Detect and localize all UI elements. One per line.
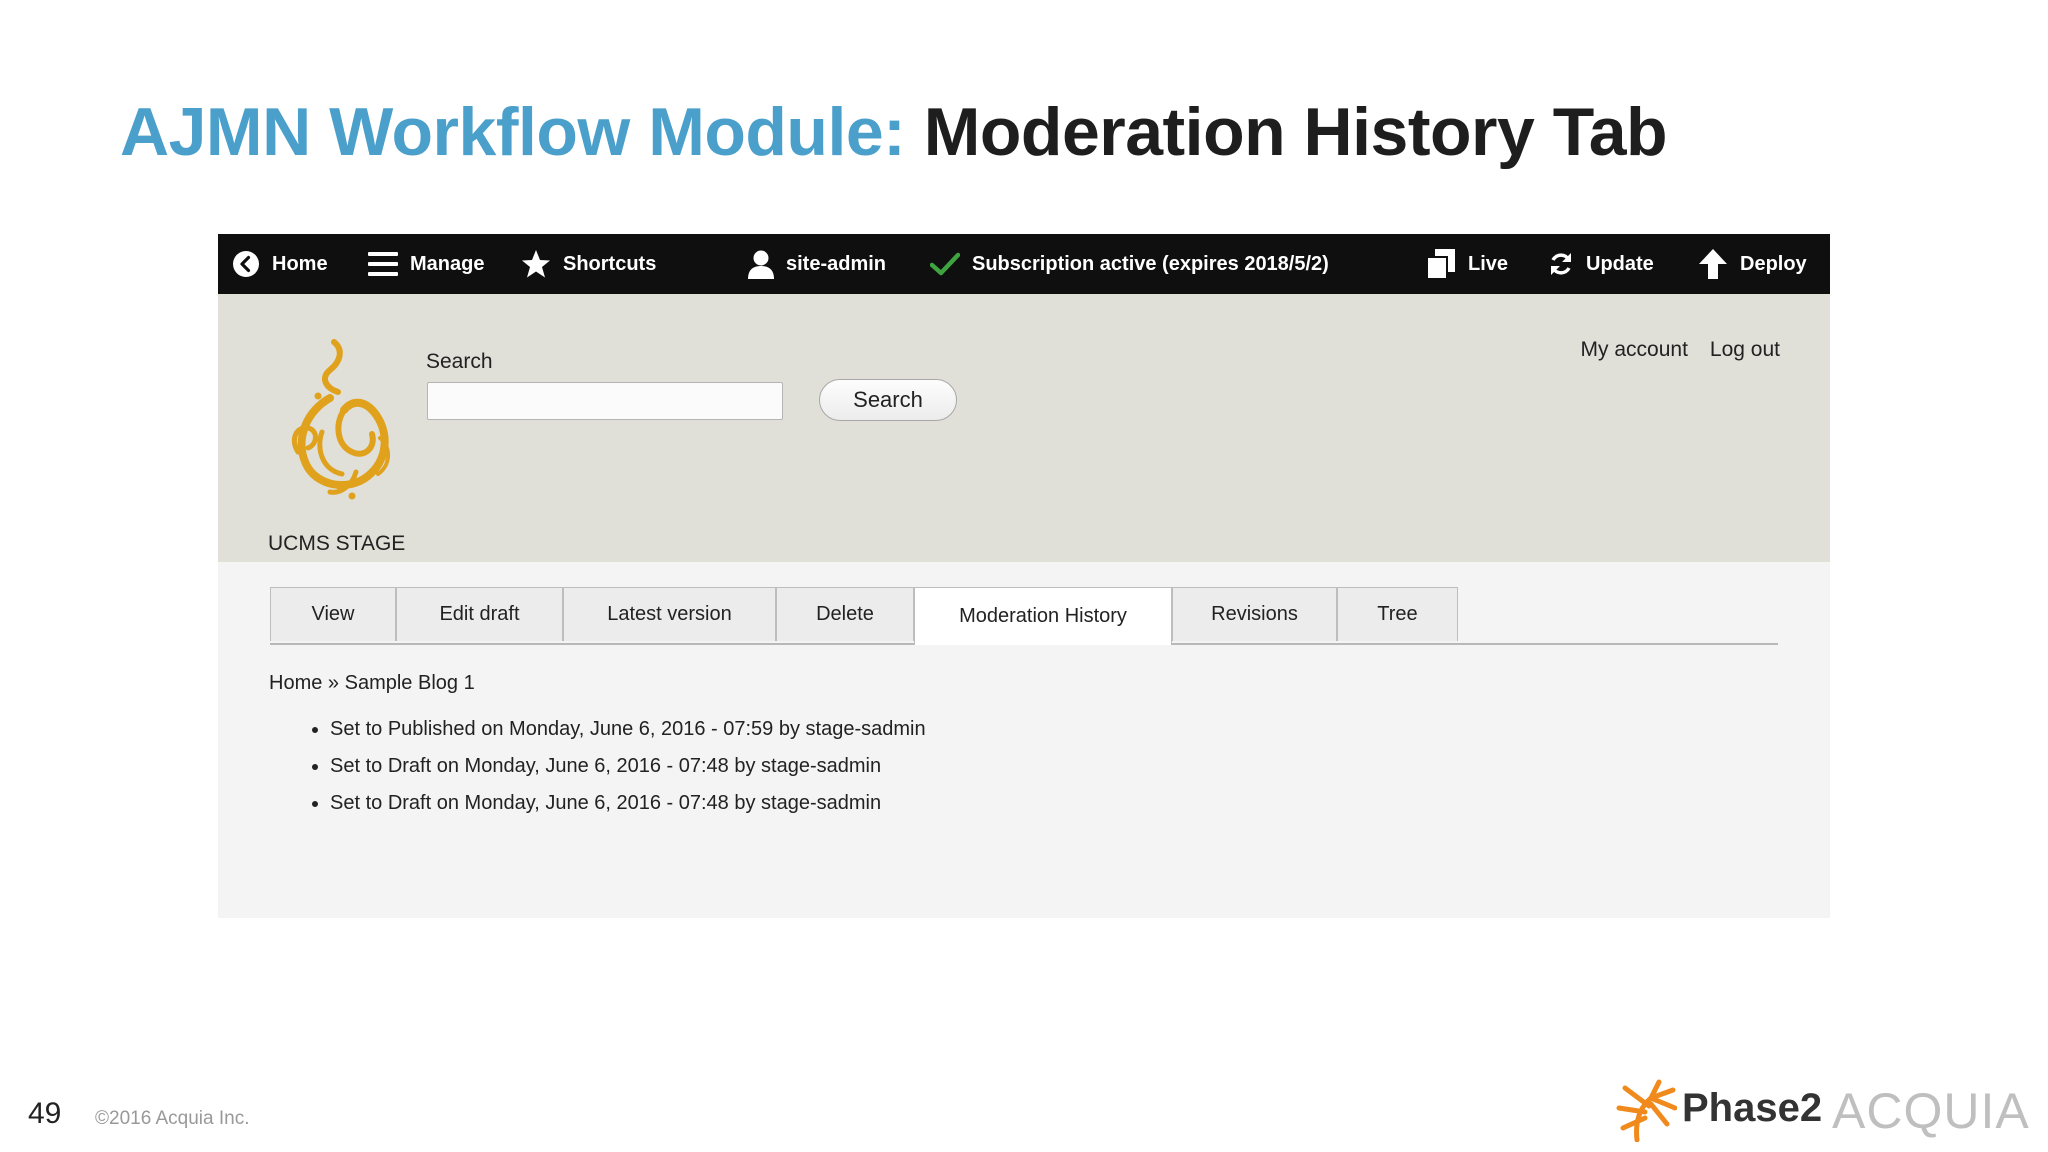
toolbar-shortcuts-label: Shortcuts: [563, 252, 657, 275]
history-entry-state: Draft: [387, 792, 432, 814]
history-entry-prefix: Set to: [330, 792, 383, 814]
log-out-link[interactable]: Log out: [1710, 338, 1780, 362]
search-label: Search: [426, 350, 493, 373]
phase2-logo: Phase2: [1682, 1086, 1823, 1130]
breadcrumb-home-link[interactable]: Home: [269, 672, 322, 694]
cms-screenshot: Home Manage Shortcuts site-admin Subscri…: [218, 234, 1830, 918]
my-account-link[interactable]: My account: [1581, 338, 1688, 362]
breadcrumb-current: Sample Blog 1: [344, 672, 475, 694]
toolbar-user[interactable]: site-admin: [748, 234, 886, 294]
history-entry-state: Published: [387, 718, 476, 740]
toolbar-subscription-label: Subscription active (expires 2018/5/2): [972, 252, 1329, 275]
toolbar-home-label: Home: [272, 252, 328, 275]
history-entry: Set to Published on Monday, June 6, 2016…: [330, 714, 926, 751]
tab-revisions[interactable]: Revisions: [1172, 587, 1337, 641]
history-entry-details: on Monday, June 6, 2016 - 07:59 by stage…: [481, 718, 926, 740]
copy-pages-icon: [1426, 248, 1456, 280]
toolbar-deploy-label: Deploy: [1740, 252, 1807, 275]
search-button[interactable]: Search: [819, 379, 957, 421]
al-jazeera-logo[interactable]: [282, 336, 402, 512]
toolbar-deploy[interactable]: Deploy: [1698, 234, 1807, 294]
tab-view[interactable]: View: [270, 587, 396, 641]
toolbar-subscription[interactable]: Subscription active (expires 2018/5/2): [930, 234, 1329, 294]
toolbar-user-label: site-admin: [786, 252, 887, 275]
tab-latest-version[interactable]: Latest version: [563, 587, 776, 641]
toolbar-manage[interactable]: Manage: [368, 234, 484, 294]
toolbar-home[interactable]: Home: [232, 234, 328, 294]
history-entry-prefix: Set to: [330, 755, 383, 777]
al-jazeera-calligraphy-logo-icon: [291, 339, 390, 500]
history-entry: Set to Draft on Monday, June 6, 2016 - 0…: [330, 751, 926, 788]
content-tabs: View Edit draft Latest version Delete Mo…: [270, 587, 1778, 645]
history-entry-prefix: Set to: [330, 718, 383, 740]
arrow-up-icon: [1698, 248, 1728, 280]
tab-edit-draft[interactable]: Edit draft: [396, 587, 563, 641]
copyright-text: ©2016 Acquia Inc.: [95, 1108, 250, 1129]
toolbar-manage-label: Manage: [410, 252, 485, 275]
refresh-icon: [1548, 251, 1574, 277]
breadcrumb: Home » Sample Blog 1: [269, 672, 475, 695]
tab-tree[interactable]: Tree: [1337, 587, 1458, 641]
user-icon: [748, 249, 774, 279]
phase2-burst-icon: [1615, 1078, 1678, 1143]
star-icon: [521, 249, 551, 279]
history-entry: Set to Draft on Monday, June 6, 2016 - 0…: [330, 788, 926, 825]
slide-page-number: 49: [28, 1097, 62, 1130]
site-header: UCMS STAGE Search Search My account Log …: [218, 294, 1830, 562]
toolbar-live-label: Live: [1468, 252, 1509, 275]
search-input[interactable]: [427, 382, 783, 420]
history-entry-details: on Monday, June 6, 2016 - 07:48 by stage…: [436, 755, 882, 777]
moderation-history-list: Set to Published on Monday, June 6, 2016…: [268, 714, 926, 825]
history-entry-state: Draft: [387, 755, 432, 777]
tab-moderation-history[interactable]: Moderation History: [914, 587, 1172, 645]
history-entry-details: on Monday, June 6, 2016 - 07:48 by stage…: [436, 792, 882, 814]
admin-toolbar: Home Manage Shortcuts site-admin Subscri…: [218, 234, 1830, 294]
back-circle-icon: [232, 250, 260, 278]
slide-title-prefix: AJMN Workflow Module:: [120, 94, 906, 170]
acquia-logo: ACQUIA: [1832, 1083, 2030, 1139]
toolbar-update[interactable]: Update: [1548, 234, 1654, 294]
breadcrumb-separator: »: [327, 672, 340, 694]
toolbar-shortcuts[interactable]: Shortcuts: [521, 234, 656, 294]
user-links: My account Log out: [1581, 338, 1780, 362]
toolbar-live[interactable]: Live: [1426, 234, 1508, 294]
site-name[interactable]: UCMS STAGE: [268, 532, 405, 556]
slide-title: AJMN Workflow Module: Moderation History…: [120, 92, 1668, 172]
checkmark-icon: [930, 252, 960, 276]
toolbar-update-label: Update: [1586, 252, 1654, 275]
slide-title-main: Moderation History Tab: [923, 94, 1668, 170]
hamburger-menu-icon: [368, 250, 398, 278]
tab-delete[interactable]: Delete: [776, 587, 914, 641]
